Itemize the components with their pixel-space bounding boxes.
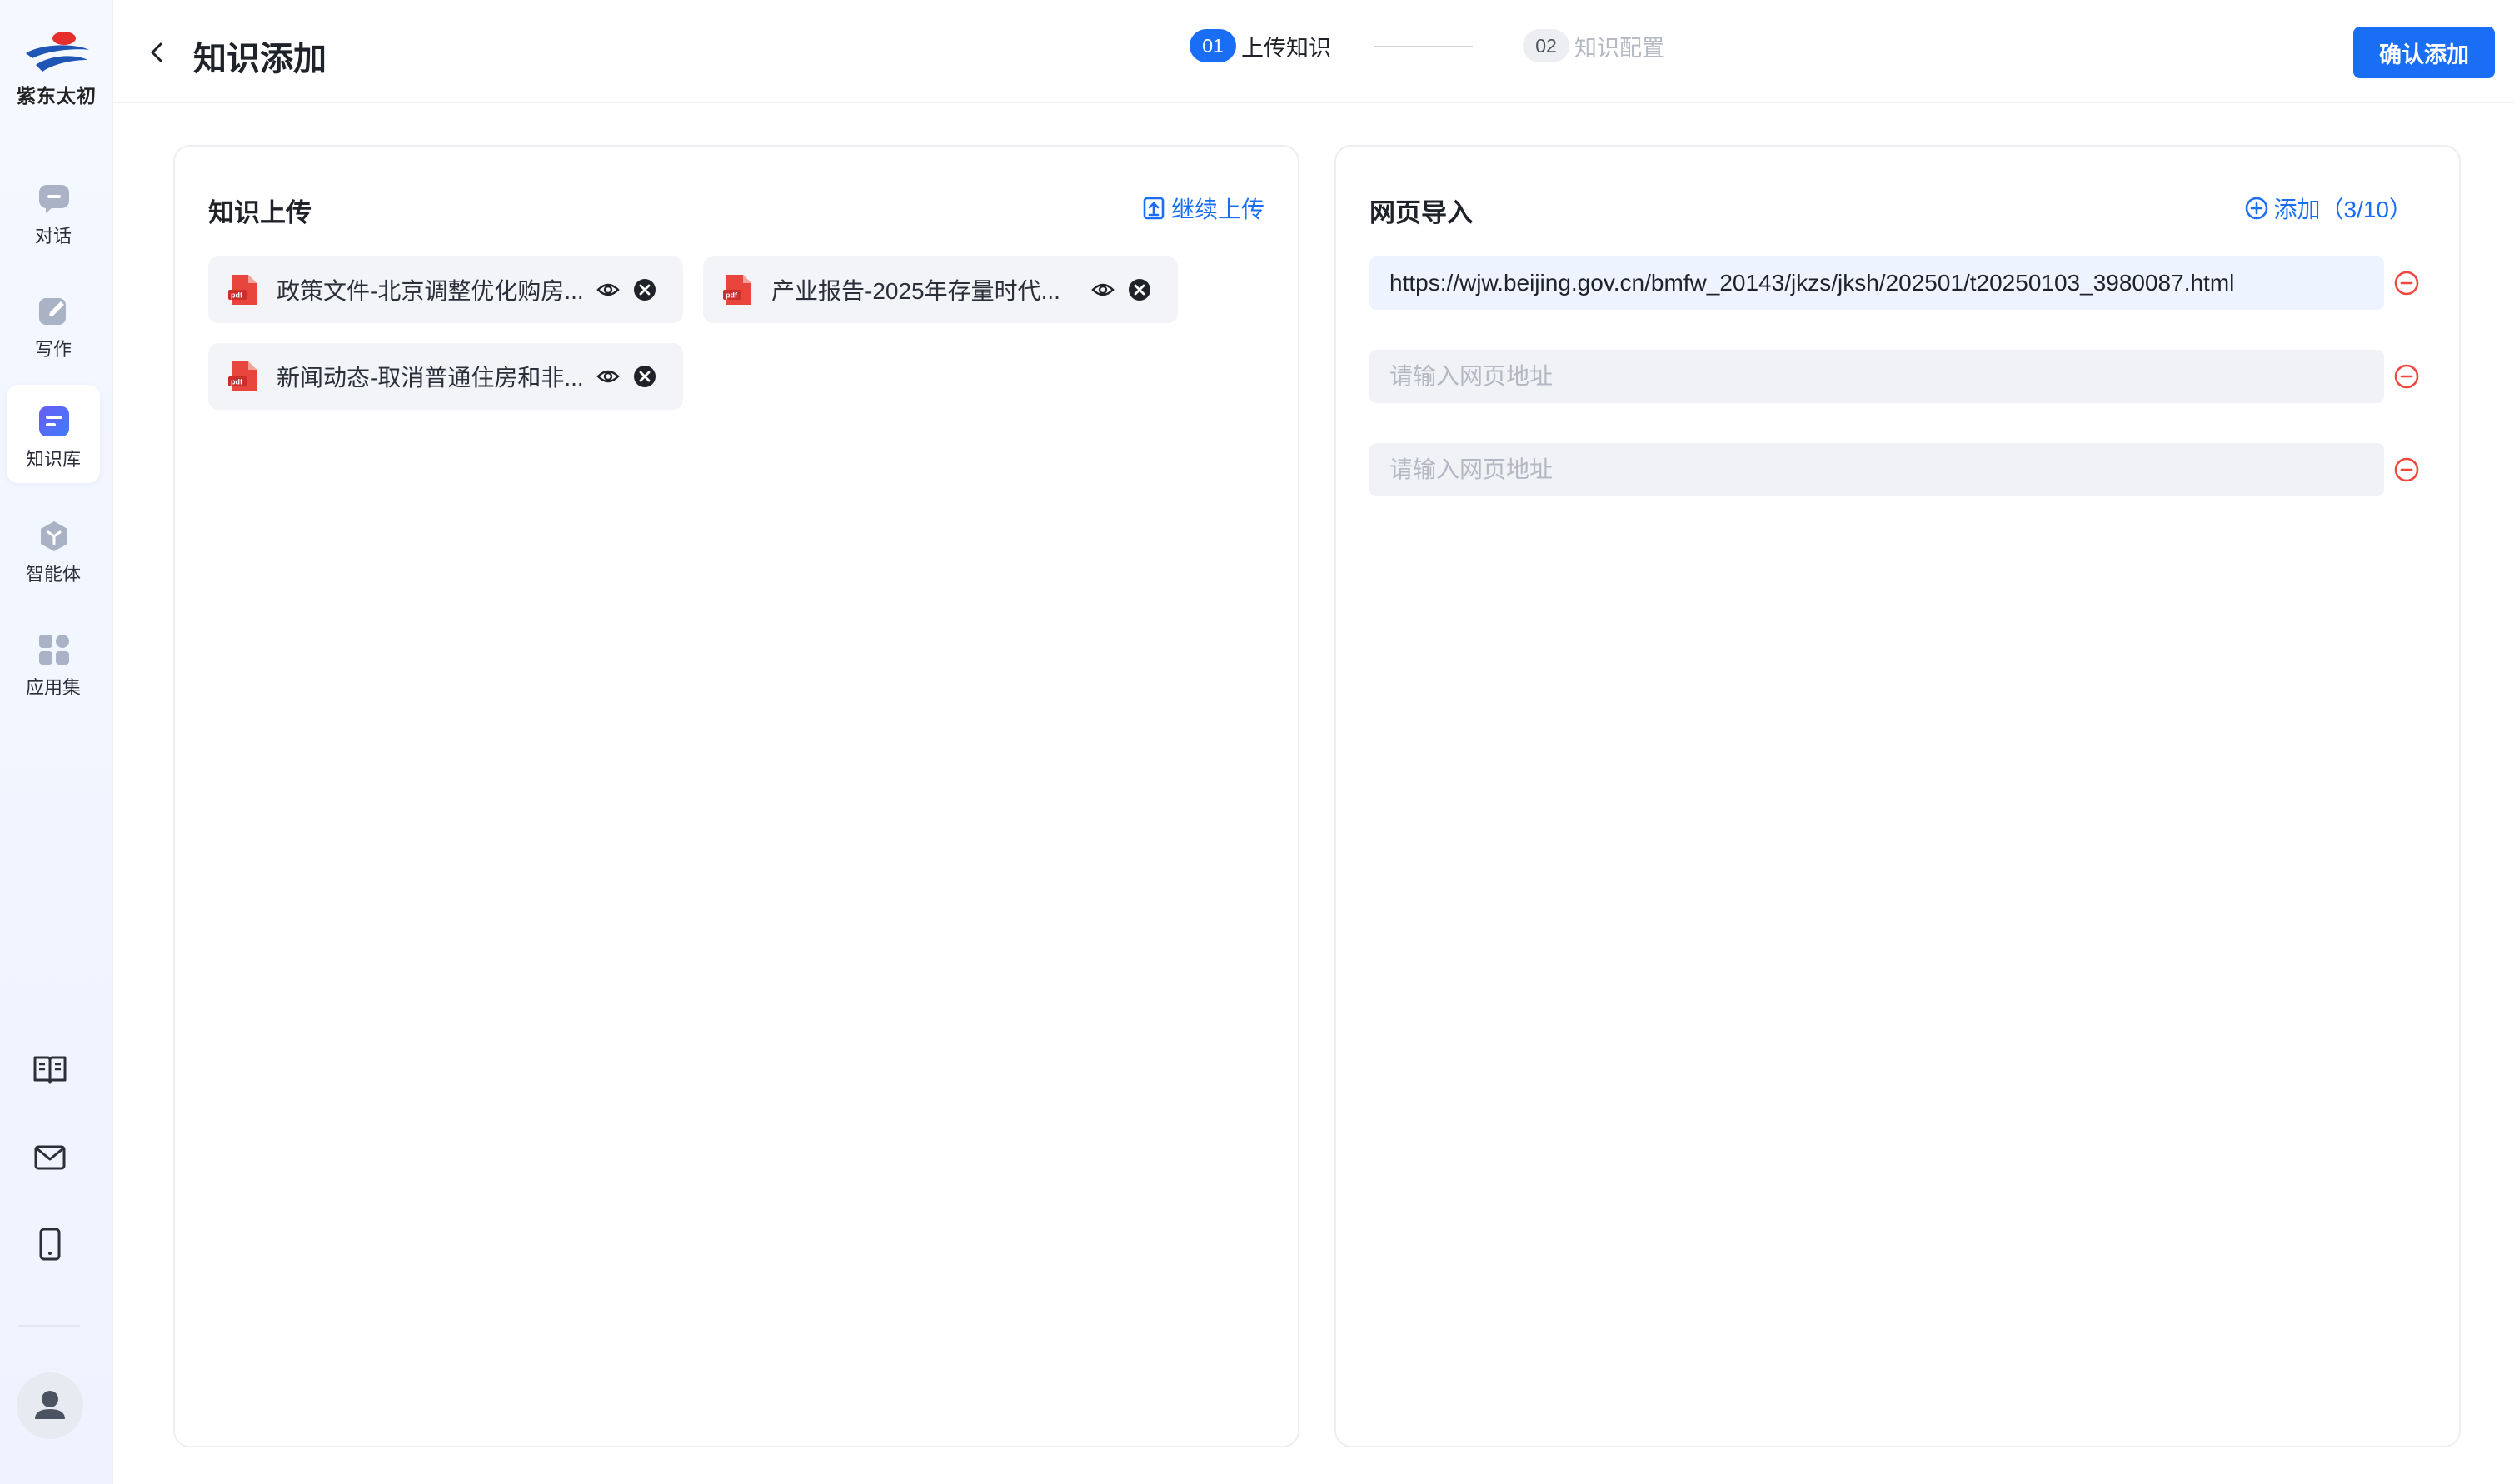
panel-title: 知识上传	[208, 198, 312, 227]
step-connector	[1374, 46, 1473, 47]
nav-item-label: 写作	[34, 339, 72, 360]
nav-item-writing[interactable]: 写作	[7, 275, 100, 373]
pdf-file-icon: pdf	[723, 275, 751, 305]
url-input[interactable]	[1369, 350, 2384, 403]
step-upload: 01 上传知识	[1190, 28, 1331, 63]
add-url-label: 添加（3/10）	[2273, 197, 2413, 222]
app-grid-icon	[39, 635, 69, 665]
brand-logo[interactable]: 紫东太初	[7, 28, 107, 108]
add-circle-icon	[2245, 197, 2267, 220]
file-name: 产业报告-2025年存量时代...	[771, 278, 1060, 304]
file-name: 新闻动态-取消普通住房和非...	[277, 365, 584, 391]
nav-item-agent[interactable]: 智能体	[7, 500, 100, 598]
add-url-button[interactable]: 添加（3/10）	[2244, 192, 2413, 225]
nav-item-chat[interactable]: 对话	[7, 162, 100, 260]
file-chip[interactable]: pdf 新闻动态-取消普通住房和非...	[208, 343, 683, 410]
file-name: 政策文件-北京调整优化购房...	[277, 278, 584, 304]
step-number: 02	[1523, 29, 1569, 62]
svg-text:pdf: pdf	[231, 378, 243, 386]
nav-item-label: 知识库	[25, 449, 81, 470]
upload-icon	[1143, 197, 1165, 220]
url-input[interactable]	[1369, 256, 2384, 310]
pdf-file-icon: pdf	[228, 275, 257, 305]
phone-icon[interactable]	[32, 1226, 68, 1262]
continue-upload-button[interactable]: 继续上传	[1141, 192, 1264, 225]
sidebar-divider	[18, 1325, 80, 1327]
confirm-add-button[interactable]: 确认添加	[2353, 27, 2495, 78]
nav-item-knowledge-base[interactable]: 知识库	[7, 385, 100, 483]
user-avatar[interactable]	[17, 1372, 83, 1439]
url-input[interactable]	[1369, 443, 2384, 496]
nav-item-label: 对话	[34, 226, 72, 247]
remove-file-icon[interactable]	[633, 278, 656, 301]
svg-text:pdf: pdf	[726, 291, 738, 300]
knowledge-upload-panel: 知识上传 继续上传 pdf 政策文件-北京调整优化购房... pdf 产业报告-…	[173, 145, 1299, 1447]
nav-item-label: 应用集	[25, 677, 81, 698]
preview-eye-icon[interactable]	[596, 365, 620, 388]
nav-item-label: 智能体	[25, 564, 81, 585]
step-label: 上传知识	[1241, 35, 1331, 61]
file-chip[interactable]: pdf 产业报告-2025年存量时代...	[703, 256, 1178, 323]
continue-upload-label: 继续上传	[1170, 197, 1264, 222]
book-icon[interactable]	[32, 1051, 68, 1088]
svg-text:pdf: pdf	[231, 291, 243, 300]
pdf-file-icon: pdf	[228, 361, 257, 391]
knowledge-base-icon	[39, 406, 69, 436]
chat-bubble-icon	[39, 185, 69, 213]
preview-eye-icon[interactable]	[596, 278, 620, 301]
remove-url-icon[interactable]	[2392, 456, 2421, 484]
remove-file-icon[interactable]	[633, 365, 656, 388]
agent-cube-icon	[41, 521, 67, 551]
step-label: 知识配置	[1574, 35, 1664, 61]
back-arrow-icon[interactable]	[145, 40, 170, 65]
mail-icon[interactable]	[32, 1139, 68, 1176]
sidebar: 紫东太初 对话 写作 知识库 智能体 应用集	[0, 0, 113, 1484]
pen-icon	[39, 298, 66, 325]
web-import-panel: 网页导入 添加（3/10）	[1334, 145, 2461, 1447]
panel-title: 网页导入	[1369, 198, 1473, 227]
remove-url-icon[interactable]	[2392, 362, 2421, 391]
page-title: 知识添加	[193, 41, 327, 77]
file-chip[interactable]: pdf 政策文件-北京调整优化购房...	[208, 256, 683, 323]
nav-item-apps[interactable]: 应用集	[7, 613, 100, 711]
brand-name: 紫东太初	[17, 85, 97, 107]
brand-logo-icon	[26, 32, 89, 72]
step-config: 02 知识配置	[1523, 28, 1664, 63]
remove-file-icon[interactable]	[1128, 278, 1151, 301]
preview-eye-icon[interactable]	[1091, 278, 1115, 301]
user-avatar-icon	[35, 1391, 65, 1419]
step-number: 01	[1190, 29, 1236, 62]
remove-url-icon[interactable]	[2392, 269, 2421, 297]
